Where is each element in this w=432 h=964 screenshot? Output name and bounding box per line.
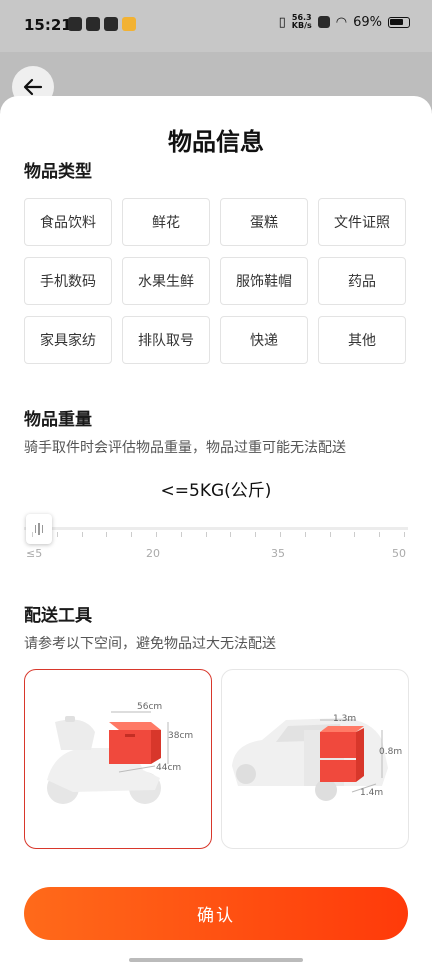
category-chip[interactable]: 水果生鲜 [122, 257, 210, 305]
category-chip[interactable]: 服饰鞋帽 [220, 257, 308, 305]
category-chip[interactable]: 家具家纺 [24, 316, 112, 364]
scale-label-20: 20 [146, 547, 160, 560]
slider-tick [304, 532, 306, 537]
vibrate-icon: ▯ [278, 14, 286, 30]
nfc-icon [317, 16, 330, 28]
status-right: ▯ 56.3 KB/s ◠ 69% [279, 14, 410, 30]
category-grid: 食品饮料 鲜花 蛋糕 文件证照手机数码 水果生鲜 服饰鞋帽 药品家具家纺 排队取号 快递 其他 [24, 198, 408, 364]
app-notification-icon [68, 17, 82, 31]
slider-tick [81, 532, 83, 537]
slider-tick [354, 532, 356, 537]
battery-percent: 69% [353, 14, 382, 30]
slider-tick [329, 532, 331, 537]
category-chip[interactable]: 快递 [220, 316, 308, 364]
category-chip[interactable]: 手机数码 [24, 257, 112, 305]
scale-label-max: 50 [392, 547, 406, 560]
tool-subtitle: 请参考以下空间，避免物品过大无法配送 [24, 636, 276, 652]
status-time: 15:21 [24, 16, 72, 34]
notification-icons [68, 17, 136, 31]
scale-label-min: ≤5 [26, 547, 43, 560]
slider-track [24, 527, 408, 530]
category-chip[interactable]: 鲜花 [122, 198, 210, 246]
weight-value: <=5KG(公斤) [160, 481, 272, 501]
wifi-icon: ◠ [335, 14, 348, 30]
scale-label-35: 35 [271, 547, 285, 560]
slider-tick [56, 532, 58, 537]
weibo-icon [122, 17, 136, 31]
car-illustration [232, 718, 388, 801]
tool-card-car[interactable]: 1.3m 0.8m 1.4m [221, 669, 409, 849]
slider-tick [32, 532, 33, 537]
scooter-illustration [47, 711, 169, 804]
slider-thumb[interactable] [26, 514, 52, 544]
scooter-width: 56cm [137, 702, 163, 712]
scooter-height: 38cm [168, 731, 194, 741]
category-chip[interactable]: 文件证照 [318, 198, 406, 246]
tool-card-scooter[interactable]: 56cm 38cm 44cm [24, 669, 212, 849]
status-bar: 15:21 ▯ 56.3 KB/s ◠ 69% [0, 0, 432, 52]
battery-icon [388, 16, 410, 28]
slider-tick [230, 532, 232, 537]
category-title: 物品类型 [24, 162, 92, 182]
category-chip[interactable]: 排队取号 [122, 316, 210, 364]
weight-title: 物品重量 [24, 410, 92, 430]
wechat-icon [104, 17, 118, 31]
slider-tick [404, 532, 405, 537]
car-width: 1.3m [333, 714, 357, 724]
back-arrow-icon [23, 78, 43, 96]
slider-tick [255, 532, 257, 537]
scooter-depth: 44cm [156, 763, 182, 773]
slider-tick [156, 532, 157, 537]
slider-tick [180, 532, 182, 537]
weight-subtitle: 骑手取件时会评估物品重量，物品过重可能无法配送 [24, 440, 346, 456]
car-height: 0.8m [379, 747, 403, 757]
confirm-button[interactable]: 确认 [24, 887, 408, 940]
slider-tick [205, 532, 207, 537]
home-indicator [129, 958, 303, 962]
slider-tick [106, 532, 108, 537]
category-chip[interactable]: 药品 [318, 257, 406, 305]
item-info-sheet: 物品信息 物品类型 食品饮料 鲜花 蛋糕 文件证照手机数码 水果生鲜 服饰鞋帽 药品家具家纺… [0, 96, 432, 964]
mail-icon [86, 17, 100, 31]
weight-slider[interactable] [24, 512, 408, 544]
slider-tick [131, 532, 133, 537]
slider-tick [379, 532, 381, 537]
category-chip[interactable]: 食品饮料 [24, 198, 112, 246]
net-speed-unit: KB/s [291, 21, 312, 30]
category-chip[interactable]: 其他 [318, 316, 406, 364]
net-speed: 56.3 KB/s [292, 14, 312, 30]
category-chip[interactable]: 蛋糕 [220, 198, 308, 246]
slider-tick [280, 532, 281, 537]
car-depth: 1.4m [360, 788, 384, 798]
tool-title: 配送工具 [24, 606, 92, 626]
sheet-title: 物品信息 [168, 128, 264, 156]
